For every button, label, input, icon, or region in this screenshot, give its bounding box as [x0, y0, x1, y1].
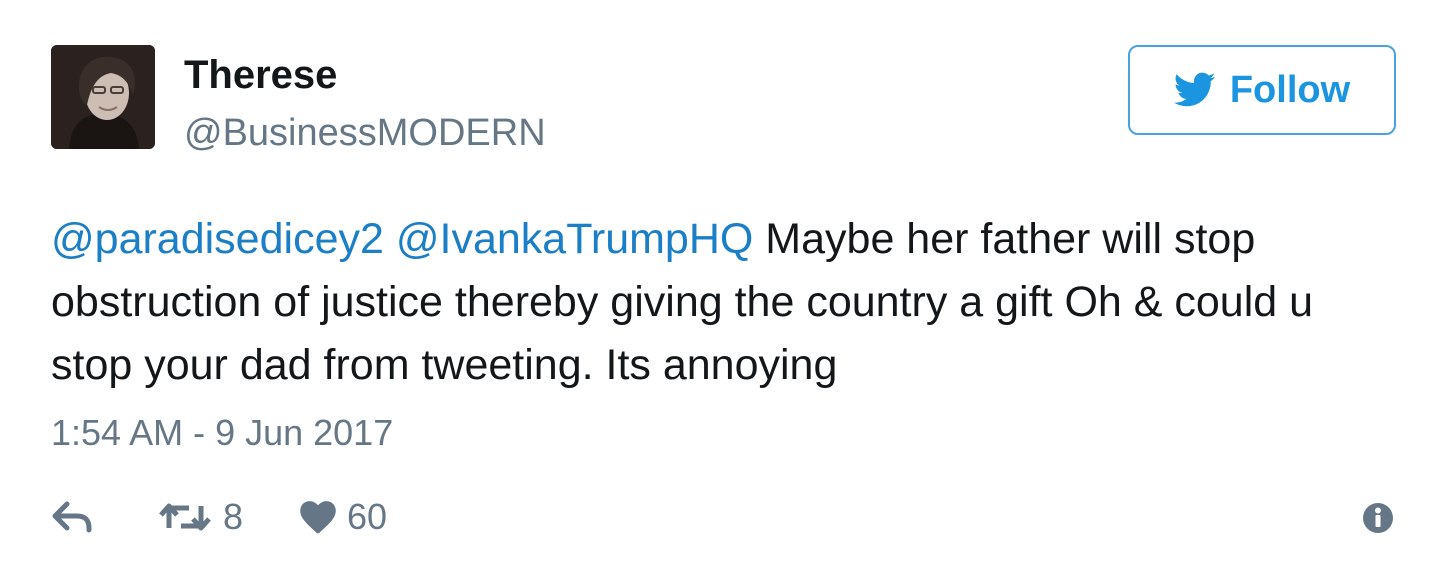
- info-icon: [1363, 503, 1393, 533]
- tweet-text: @paradisedicey2 @IvankaTrumpHQ Maybe her…: [51, 208, 1401, 397]
- like-button[interactable]: 60: [299, 495, 387, 539]
- mention-link[interactable]: @paradisedicey2: [51, 215, 384, 263]
- avatar[interactable]: [51, 45, 155, 149]
- tweet-timestamp[interactable]: 1:54 AM - 9 Jun 2017: [51, 410, 393, 456]
- mention-link[interactable]: @IvankaTrumpHQ: [396, 215, 753, 263]
- follow-button[interactable]: Follow: [1128, 45, 1396, 135]
- user-handle[interactable]: @BusinessMODERN: [184, 110, 546, 156]
- twitter-bird-icon: [1173, 72, 1216, 107]
- retweet-icon: [159, 503, 211, 531]
- reply-icon: [52, 501, 92, 533]
- heart-icon: [300, 501, 336, 534]
- info-button[interactable]: [1362, 502, 1394, 534]
- action-bar: 8 60: [51, 492, 387, 542]
- retweet-button[interactable]: 8: [157, 495, 243, 539]
- like-count: 60: [347, 496, 388, 537]
- reply-button[interactable]: [51, 500, 95, 534]
- display-name[interactable]: Therese: [184, 52, 337, 98]
- follow-label: Follow: [1229, 69, 1351, 111]
- profile-photo-icon: [51, 45, 155, 149]
- retweet-count: 8: [223, 496, 244, 537]
- tweet-card: Therese @BusinessMODERN Follow @paradise…: [0, 0, 1440, 571]
